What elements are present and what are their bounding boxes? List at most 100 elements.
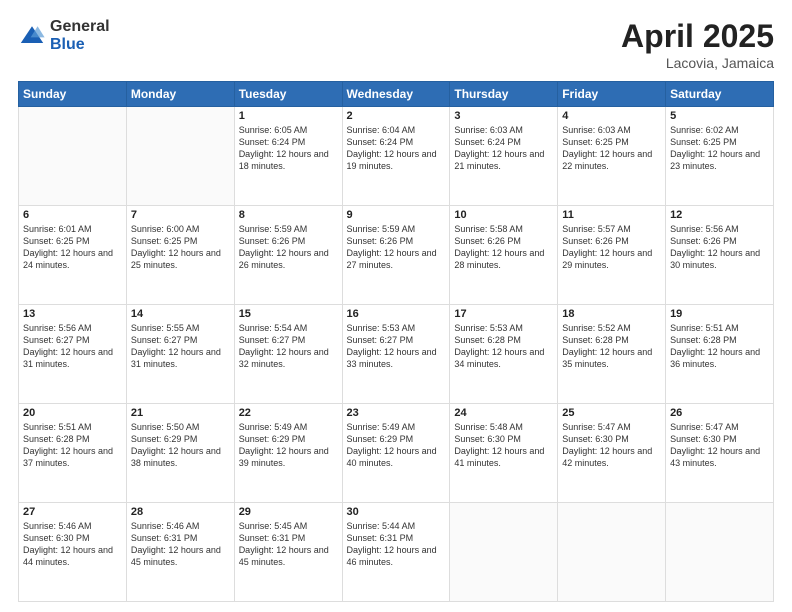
day-info: Sunrise: 5:49 AM Sunset: 6:29 PM Dayligh…	[239, 421, 338, 470]
calendar-cell: 13Sunrise: 5:56 AM Sunset: 6:27 PM Dayli…	[19, 305, 127, 404]
calendar-cell: 20 Sunrise: 5:51 AM Sunset: 6:28 PM Dayli…	[19, 404, 127, 503]
calendar-cell: 15Sunrise: 5:54 AM Sunset: 6:27 PM Dayli…	[234, 305, 342, 404]
day-info: Sunrise: 5:56 AM Sunset: 6:27 PM Dayligh…	[23, 322, 122, 371]
day-number: 1	[239, 110, 338, 122]
page-header: General Blue April 2025 Lacovia, Jamaica	[18, 18, 774, 71]
calendar-cell: 27 Sunrise: 5:46 AM Sunset: 6:30 PM Dayli…	[19, 503, 127, 602]
day-info: Sunrise: 5:47 AM Sunset: 6:30 PM Dayligh…	[670, 421, 769, 470]
day-number: 29	[239, 506, 338, 518]
calendar-cell: 2 Sunrise: 6:04 AM Sunset: 6:24 PM Daylig…	[342, 107, 450, 206]
day-number: 30	[347, 506, 446, 518]
day-info: Sunrise: 5:59 AM Sunset: 6:26 PM Dayligh…	[239, 223, 338, 272]
calendar-cell: 22 Sunrise: 5:49 AM Sunset: 6:29 PM Dayli…	[234, 404, 342, 503]
day-info: Sunrise: 5:47 AM Sunset: 6:30 PM Dayligh…	[562, 421, 661, 470]
logo-icon	[18, 22, 46, 50]
day-info: Sunrise: 5:49 AM Sunset: 6:29 PM Dayligh…	[347, 421, 446, 470]
day-number: 18	[562, 308, 661, 320]
calendar-cell	[450, 503, 558, 602]
day-number: 6	[23, 209, 122, 221]
calendar-header-row: SundayMondayTuesdayWednesdayThursdayFrid…	[19, 82, 774, 107]
day-info: Sunrise: 5:50 AM Sunset: 6:29 PM Dayligh…	[131, 421, 230, 470]
day-number: 10	[454, 209, 553, 221]
calendar-cell: 8 Sunrise: 5:59 AM Sunset: 6:26 PM Daylig…	[234, 206, 342, 305]
calendar-cell: 3 Sunrise: 6:03 AM Sunset: 6:24 PM Daylig…	[450, 107, 558, 206]
day-number: 2	[347, 110, 446, 122]
weekday-header: Thursday	[450, 82, 558, 107]
day-info: Sunrise: 6:03 AM Sunset: 6:24 PM Dayligh…	[454, 124, 553, 173]
calendar-cell: 24 Sunrise: 5:48 AM Sunset: 6:30 PM Dayli…	[450, 404, 558, 503]
day-number: 22	[239, 407, 338, 419]
day-number: 12	[670, 209, 769, 221]
day-number: 5	[670, 110, 769, 122]
logo: General Blue	[18, 18, 110, 53]
day-number: 8	[239, 209, 338, 221]
day-info: Sunrise: 5:59 AM Sunset: 6:26 PM Dayligh…	[347, 223, 446, 272]
day-info: Sunrise: 5:48 AM Sunset: 6:30 PM Dayligh…	[454, 421, 553, 470]
day-info: Sunrise: 5:46 AM Sunset: 6:31 PM Dayligh…	[131, 520, 230, 569]
day-number: 21	[131, 407, 230, 419]
weekday-header: Monday	[126, 82, 234, 107]
calendar-cell	[666, 503, 774, 602]
calendar-week-row: 1 Sunrise: 6:05 AM Sunset: 6:24 PM Daylig…	[19, 107, 774, 206]
calendar-week-row: 20 Sunrise: 5:51 AM Sunset: 6:28 PM Dayli…	[19, 404, 774, 503]
day-info: Sunrise: 5:45 AM Sunset: 6:31 PM Dayligh…	[239, 520, 338, 569]
calendar-cell: 21 Sunrise: 5:50 AM Sunset: 6:29 PM Dayli…	[126, 404, 234, 503]
day-number: 27	[23, 506, 122, 518]
day-number: 28	[131, 506, 230, 518]
calendar-cell: 25 Sunrise: 5:47 AM Sunset: 6:30 PM Dayli…	[558, 404, 666, 503]
calendar-cell: 4 Sunrise: 6:03 AM Sunset: 6:25 PM Daylig…	[558, 107, 666, 206]
day-info: Sunrise: 6:04 AM Sunset: 6:24 PM Dayligh…	[347, 124, 446, 173]
calendar-cell: 6 Sunrise: 6:01 AM Sunset: 6:25 PM Daylig…	[19, 206, 127, 305]
calendar-cell: 14 Sunrise: 5:55 AM Sunset: 6:27 PM Dayli…	[126, 305, 234, 404]
day-number: 11	[562, 209, 661, 221]
logo-blue-text: Blue	[50, 36, 110, 54]
weekday-header: Wednesday	[342, 82, 450, 107]
day-info: Sunrise: 5:44 AM Sunset: 6:31 PM Dayligh…	[347, 520, 446, 569]
day-info: Sunrise: 5:46 AM Sunset: 6:30 PM Dayligh…	[23, 520, 122, 569]
calendar-week-row: 6 Sunrise: 6:01 AM Sunset: 6:25 PM Daylig…	[19, 206, 774, 305]
calendar-cell: 19Sunrise: 5:51 AM Sunset: 6:28 PM Dayli…	[666, 305, 774, 404]
day-info: Sunrise: 5:52 AM Sunset: 6:28 PM Dayligh…	[562, 322, 661, 371]
calendar-table: SundayMondayTuesdayWednesdayThursdayFrid…	[18, 81, 774, 602]
day-info: Sunrise: 5:56 AM Sunset: 6:26 PM Dayligh…	[670, 223, 769, 272]
calendar-cell: 23Sunrise: 5:49 AM Sunset: 6:29 PM Dayli…	[342, 404, 450, 503]
calendar-cell: 11 Sunrise: 5:57 AM Sunset: 6:26 PM Dayli…	[558, 206, 666, 305]
day-info: Sunrise: 6:01 AM Sunset: 6:25 PM Dayligh…	[23, 223, 122, 272]
day-info: Sunrise: 5:54 AM Sunset: 6:27 PM Dayligh…	[239, 322, 338, 371]
calendar-cell	[19, 107, 127, 206]
day-number: 20	[23, 407, 122, 419]
calendar-cell: 5Sunrise: 6:02 AM Sunset: 6:25 PM Daylig…	[666, 107, 774, 206]
calendar-cell: 16Sunrise: 5:53 AM Sunset: 6:27 PM Dayli…	[342, 305, 450, 404]
title-block: April 2025 Lacovia, Jamaica	[621, 18, 774, 71]
calendar-week-row: 27 Sunrise: 5:46 AM Sunset: 6:30 PM Dayli…	[19, 503, 774, 602]
calendar-location: Lacovia, Jamaica	[621, 55, 774, 71]
calendar-cell: 18 Sunrise: 5:52 AM Sunset: 6:28 PM Dayli…	[558, 305, 666, 404]
day-number: 19	[670, 308, 769, 320]
day-info: Sunrise: 5:55 AM Sunset: 6:27 PM Dayligh…	[131, 322, 230, 371]
calendar-title: April 2025	[621, 18, 774, 55]
day-info: Sunrise: 5:57 AM Sunset: 6:26 PM Dayligh…	[562, 223, 661, 272]
day-number: 17	[454, 308, 553, 320]
calendar-cell: 28 Sunrise: 5:46 AM Sunset: 6:31 PM Dayli…	[126, 503, 234, 602]
calendar-cell: 17Sunrise: 5:53 AM Sunset: 6:28 PM Dayli…	[450, 305, 558, 404]
logo-general-text: General	[50, 18, 110, 36]
calendar-week-row: 13Sunrise: 5:56 AM Sunset: 6:27 PM Dayli…	[19, 305, 774, 404]
calendar-cell: 29 Sunrise: 5:45 AM Sunset: 6:31 PM Dayli…	[234, 503, 342, 602]
weekday-header: Sunday	[19, 82, 127, 107]
day-info: Sunrise: 6:05 AM Sunset: 6:24 PM Dayligh…	[239, 124, 338, 173]
calendar-cell: 1 Sunrise: 6:05 AM Sunset: 6:24 PM Daylig…	[234, 107, 342, 206]
day-info: Sunrise: 5:51 AM Sunset: 6:28 PM Dayligh…	[23, 421, 122, 470]
day-info: Sunrise: 5:58 AM Sunset: 6:26 PM Dayligh…	[454, 223, 553, 272]
weekday-header: Saturday	[666, 82, 774, 107]
day-number: 3	[454, 110, 553, 122]
day-number: 14	[131, 308, 230, 320]
day-number: 4	[562, 110, 661, 122]
calendar-cell: 12 Sunrise: 5:56 AM Sunset: 6:26 PM Dayli…	[666, 206, 774, 305]
day-info: Sunrise: 6:03 AM Sunset: 6:25 PM Dayligh…	[562, 124, 661, 173]
day-number: 25	[562, 407, 661, 419]
calendar-cell: 10 Sunrise: 5:58 AM Sunset: 6:26 PM Dayli…	[450, 206, 558, 305]
calendar-cell: 7Sunrise: 6:00 AM Sunset: 6:25 PM Daylig…	[126, 206, 234, 305]
weekday-header: Tuesday	[234, 82, 342, 107]
day-info: Sunrise: 5:53 AM Sunset: 6:27 PM Dayligh…	[347, 322, 446, 371]
day-number: 24	[454, 407, 553, 419]
